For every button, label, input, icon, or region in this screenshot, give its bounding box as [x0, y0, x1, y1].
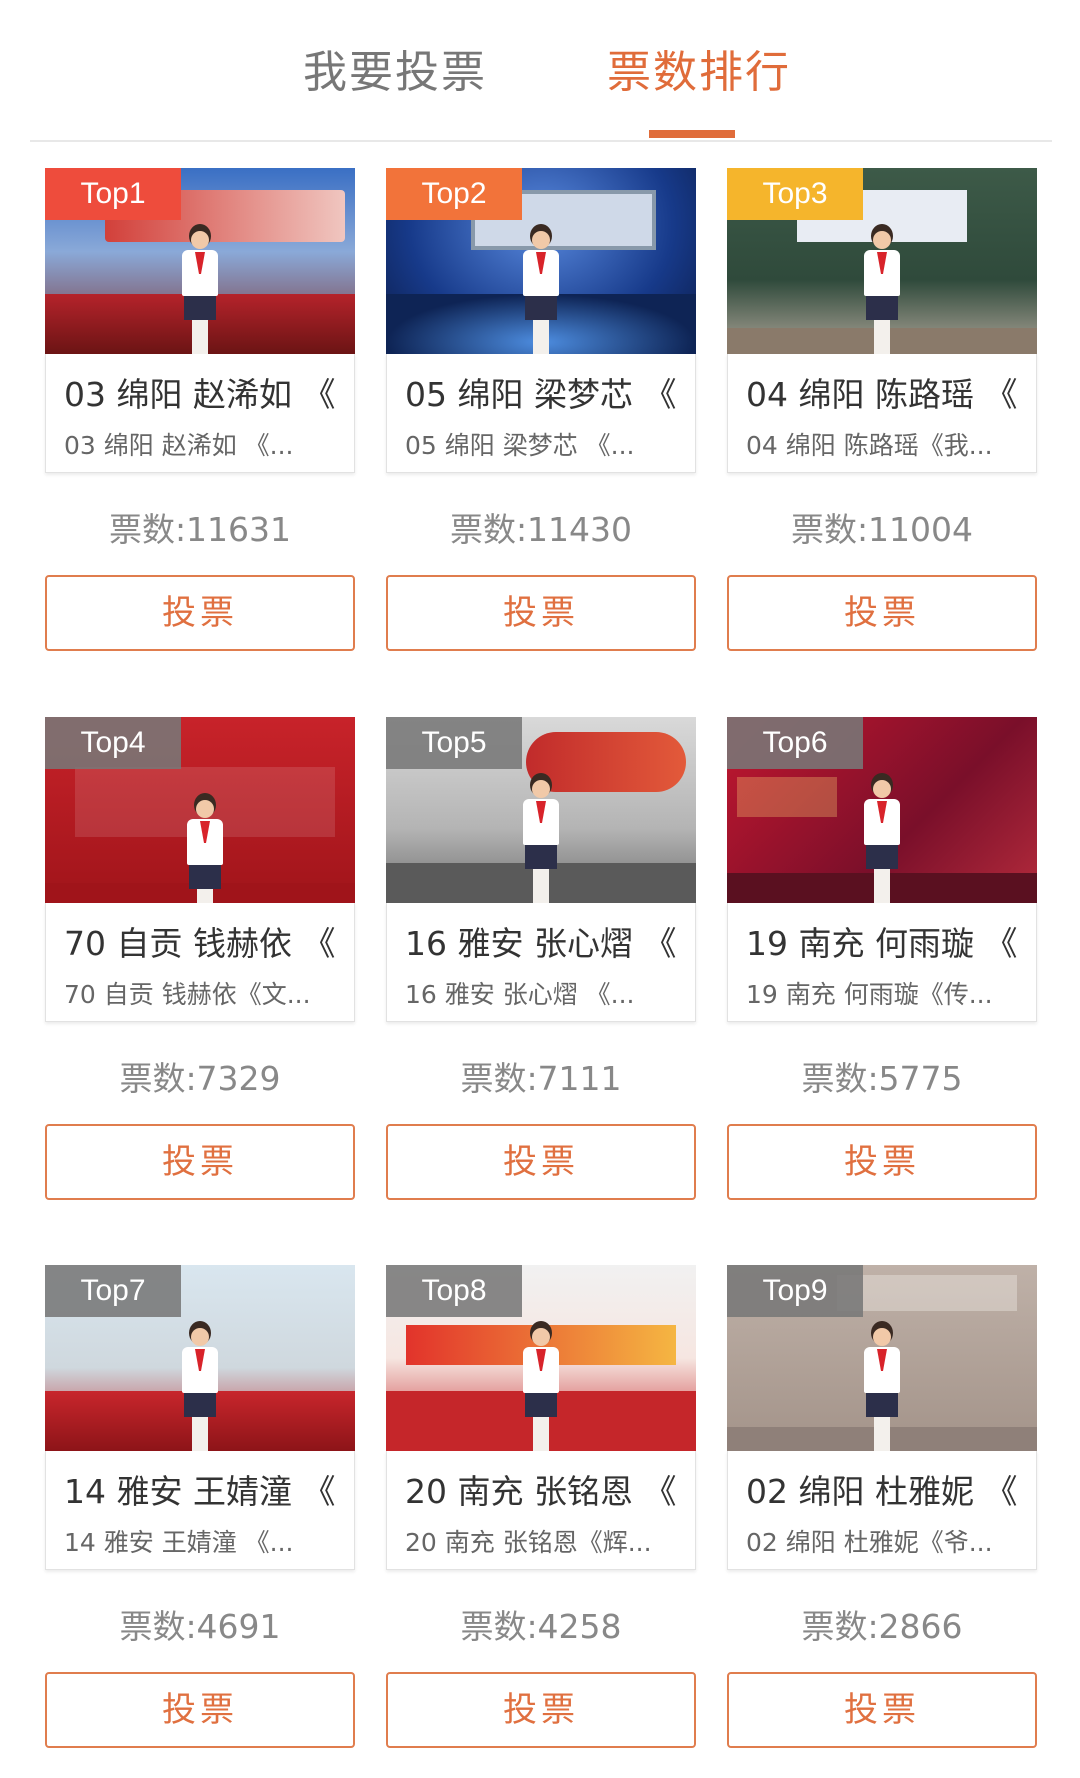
entry-info[interactable]: 19 南充 何雨璇 《 19 南充 何雨璇《传... [727, 903, 1037, 1022]
performer-figure [521, 224, 561, 354]
vote-count: 票数:11004 [790, 510, 974, 549]
active-tab-indicator [649, 130, 735, 138]
entry-title: 70 自贡 钱赫依 《 [64, 924, 336, 963]
entry-info[interactable]: 16 雅安 张心熠 《 16 雅安 张心熠 《... [386, 903, 696, 1022]
performer-figure [180, 1321, 220, 1451]
vote-button[interactable]: 投票 [45, 1124, 355, 1200]
performer-figure [521, 773, 561, 903]
entry-subtitle: 03 绵阳 赵浠如 《... [64, 431, 294, 460]
entry-card: Top7 14 雅安 王婧潼 《 14 雅安 王婧潼 《... 票数:4691 … [45, 1265, 355, 1748]
entry-title: 16 雅安 张心熠 《 [405, 924, 677, 963]
rank-badge: Top6 [727, 717, 863, 769]
vote-count: 票数:11430 [449, 510, 633, 549]
rank-badge: Top3 [727, 168, 863, 220]
entry-title: 02 绵阳 杜雅妮 《 [746, 1472, 1018, 1511]
vote-count: 票数:7111 [460, 1059, 622, 1098]
entry-info[interactable]: 70 自贡 钱赫依 《 70 自贡 钱赫依《文... [45, 903, 355, 1022]
entry-info[interactable]: 03 绵阳 赵浠如 《 03 绵阳 赵浠如 《... [45, 354, 355, 473]
vote-button[interactable]: 投票 [727, 1124, 1037, 1200]
entry-info[interactable]: 20 南充 张铭恩 《 20 南充 张铭恩《辉... [386, 1451, 696, 1570]
rank-badge: Top7 [45, 1265, 181, 1317]
vote-ranking-page: 我要投票 票数排行 Top1 03 绵阳 赵浠如 《 03 绵阳 赵浠如 《..… [0, 0, 1080, 1778]
entry-card: Top6 19 南充 何雨璇 《 19 南充 何雨璇《传... 票数:5775 … [727, 717, 1037, 1200]
vote-button[interactable]: 投票 [386, 1124, 696, 1200]
vote-count: 票数:5775 [801, 1059, 963, 1098]
entry-title: 14 雅安 王婧潼 《 [64, 1472, 336, 1511]
entry-card: Top9 02 绵阳 杜雅妮 《 02 绵阳 杜雅妮《爷... 票数:2866 … [727, 1265, 1037, 1748]
performer-figure [521, 1321, 561, 1451]
performer-figure [862, 773, 902, 903]
rank-badge: Top8 [386, 1265, 522, 1317]
entry-subtitle: 19 南充 何雨璇《传... [746, 980, 993, 1009]
entry-subtitle: 20 南充 张铭恩《辉... [405, 1528, 652, 1557]
entry-title: 19 南充 何雨璇 《 [746, 924, 1018, 963]
entry-title: 20 南充 张铭恩 《 [405, 1472, 677, 1511]
entry-title: 03 绵阳 赵浠如 《 [64, 375, 336, 414]
performer-figure [185, 793, 225, 903]
entry-info[interactable]: 04 绵阳 陈路瑶 《 04 绵阳 陈路瑶《我... [727, 354, 1037, 473]
entry-subtitle: 70 自贡 钱赫依《文... [64, 980, 311, 1009]
entry-subtitle: 02 绵阳 杜雅妮《爷... [746, 1528, 993, 1557]
vote-count: 票数:4258 [460, 1607, 622, 1646]
entry-subtitle: 16 雅安 张心熠 《... [405, 980, 635, 1009]
entry-card: Top1 03 绵阳 赵浠如 《 03 绵阳 赵浠如 《... 票数:11631… [45, 168, 355, 651]
entry-thumbnail[interactable]: Top3 [727, 168, 1037, 354]
entry-thumbnail[interactable]: Top2 [386, 168, 696, 354]
vote-count: 票数:4691 [119, 1607, 281, 1646]
performer-figure [180, 224, 220, 354]
vote-count: 票数:11631 [108, 510, 292, 549]
vote-button[interactable]: 投票 [386, 575, 696, 651]
entry-thumbnail[interactable]: Top5 [386, 717, 696, 903]
entry-subtitle: 14 雅安 王婧潼 《... [64, 1528, 294, 1557]
entry-subtitle: 05 绵阳 梁梦芯 《... [405, 431, 635, 460]
vote-count: 票数:7329 [119, 1059, 281, 1098]
performer-figure [862, 224, 902, 354]
vote-button[interactable]: 投票 [727, 1672, 1037, 1748]
entry-thumbnail[interactable]: Top9 [727, 1265, 1037, 1451]
vote-button[interactable]: 投票 [727, 575, 1037, 651]
entry-thumbnail[interactable]: Top6 [727, 717, 1037, 903]
entry-card: Top2 05 绵阳 梁梦芯 《 05 绵阳 梁梦芯 《... 票数:11430… [386, 168, 696, 651]
vote-button[interactable]: 投票 [45, 1672, 355, 1748]
rank-badge: Top2 [386, 168, 522, 220]
entry-thumbnail[interactable]: Top4 [45, 717, 355, 903]
entry-info[interactable]: 05 绵阳 梁梦芯 《 05 绵阳 梁梦芯 《... [386, 354, 696, 473]
tab-ranking[interactable]: 票数排行 [607, 36, 791, 100]
entry-info[interactable]: 14 雅安 王婧潼 《 14 雅安 王婧潼 《... [45, 1451, 355, 1570]
rank-badge: Top4 [45, 717, 181, 769]
vote-button[interactable]: 投票 [386, 1672, 696, 1748]
entry-card: Top8 20 南充 张铭恩 《 20 南充 张铭恩《辉... 票数:4258 … [386, 1265, 696, 1748]
rank-badge: Top5 [386, 717, 522, 769]
rank-badge: Top1 [45, 168, 181, 220]
entry-card: Top5 16 雅安 张心熠 《 16 雅安 张心熠 《... 票数:7111 … [386, 717, 696, 1200]
entry-thumbnail[interactable]: Top1 [45, 168, 355, 354]
rank-badge: Top9 [727, 1265, 863, 1317]
entry-subtitle: 04 绵阳 陈路瑶《我... [746, 431, 993, 460]
performer-figure [862, 1321, 902, 1451]
tab-vote[interactable]: 我要投票 [303, 36, 487, 100]
entry-info[interactable]: 02 绵阳 杜雅妮 《 02 绵阳 杜雅妮《爷... [727, 1451, 1037, 1570]
vote-button[interactable]: 投票 [45, 575, 355, 651]
entry-card: Top4 70 自贡 钱赫依 《 70 自贡 钱赫依《文... 票数:7329 … [45, 717, 355, 1200]
tab-bar: 我要投票 票数排行 [30, 0, 1052, 142]
entry-title: 04 绵阳 陈路瑶 《 [746, 375, 1018, 414]
entry-card: Top3 04 绵阳 陈路瑶 《 04 绵阳 陈路瑶《我... 票数:11004… [727, 168, 1037, 651]
entry-thumbnail[interactable]: Top7 [45, 1265, 355, 1451]
entry-thumbnail[interactable]: Top8 [386, 1265, 696, 1451]
entry-title: 05 绵阳 梁梦芯 《 [405, 375, 677, 414]
vote-count: 票数:2866 [801, 1607, 963, 1646]
